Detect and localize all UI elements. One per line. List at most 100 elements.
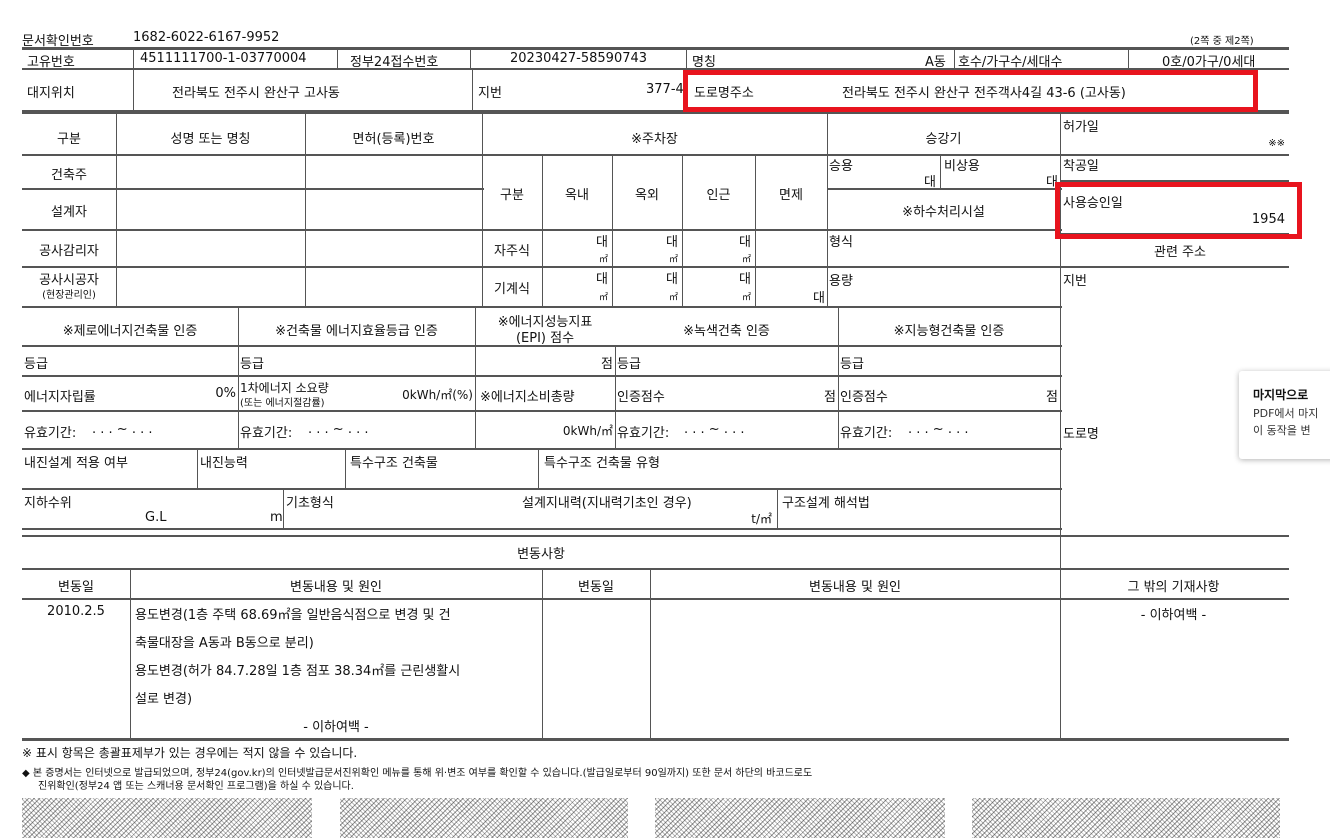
energy-total-label: ※에너지소비총량 (480, 390, 575, 405)
road-address-highlight (683, 70, 1258, 112)
row-divider (22, 375, 1062, 377)
row-divider (827, 229, 1062, 231)
row-divider (22, 488, 1062, 490)
col-divider (197, 448, 198, 488)
site-location-value: 전라북도 전주시 완산구 고사동 (172, 86, 340, 101)
unit-m2: ㎡ (741, 293, 751, 303)
unit-count-label: 호수/가구수/세대수 (958, 55, 1063, 70)
self-parking-label: 자주식 (494, 244, 530, 259)
elevator-title: 승강기 (925, 132, 962, 147)
validity-dots: . . . ~ . . . (684, 422, 745, 437)
epi-score-unit: 점 (601, 357, 613, 372)
energy-efficiency-header: ※건축물 에너지효율등급 인증 (275, 324, 438, 339)
groundwater-gl: G.L (145, 510, 167, 525)
cert-score-unit: 점 (1046, 390, 1058, 405)
row-divider (22, 154, 484, 156)
unit-count-value: 0호/0가구/0세대 (1162, 55, 1256, 70)
col-divider (777, 488, 778, 528)
unit-m2: ㎡ (668, 293, 678, 303)
unit-dae: 대 (596, 235, 608, 250)
col-divider (133, 47, 134, 110)
note-omitted-items: ※ 표시 항목은 총괄표제부가 있는 경우에는 적지 않을 수 있습니다. (22, 746, 358, 760)
grade-label: 등급 (24, 357, 48, 372)
people-name-header: 성명 또는 명칭 (170, 132, 251, 147)
row-divider (22, 448, 1062, 450)
row-divider (22, 535, 1289, 537)
barcode (22, 798, 312, 838)
site-location-label: 대지위치 (27, 86, 75, 101)
unit-dae: 대 (813, 291, 825, 306)
barcode (340, 798, 628, 838)
grade-label: 등급 (840, 357, 864, 372)
name-value: A동 (925, 55, 946, 70)
sewage-capacity-label: 용량 (829, 274, 853, 289)
approval-date-highlight (1055, 182, 1302, 239)
designer-label: 설계자 (51, 205, 87, 220)
col-divider (954, 47, 955, 68)
groundwater-label: 지하수위 (24, 496, 72, 511)
doc-number: 1682-6022-6167-9952 (133, 30, 280, 45)
validity-label: 유효기간: (840, 426, 893, 441)
row-divider (1060, 266, 1289, 268)
grade-label: 등급 (240, 357, 264, 372)
row-divider (827, 154, 1289, 156)
seismic-applied-label: 내진설계 적용 여부 (24, 456, 128, 471)
lot-number-value: 377-4 (646, 82, 684, 97)
bearing-capacity-unit: t/㎡ (751, 512, 772, 526)
parking-exempt-header: 면제 (779, 188, 803, 203)
people-license-header: 면허(등록)번호 (352, 132, 435, 147)
col-divider (1060, 112, 1061, 568)
change-entry-date: 2010.2.5 (47, 604, 105, 619)
zero-energy-cert-header: ※제로에너지건축물 인증 (62, 324, 198, 339)
validity-label: 유효기간: (240, 426, 293, 441)
changes-blank-end: - 이하여백 - (303, 720, 369, 735)
unit-dae: 대 (666, 272, 678, 287)
people-category-header: 구분 (57, 132, 81, 147)
unit-dae: 대 (739, 272, 751, 287)
unit-dae: 대 (1046, 175, 1058, 190)
section-divider (22, 112, 1289, 114)
name-label: 명칭 (692, 55, 716, 70)
row-divider (22, 410, 1062, 412)
groundwater-unit: m (270, 510, 283, 525)
lot-number-label: 지번 (478, 86, 502, 101)
change-content-header: 변동내용 및 원인 (290, 580, 382, 595)
sewage-type-label: 형식 (829, 235, 853, 250)
tooltip-title: 마지막으로 (1253, 388, 1309, 402)
related-road-label: 도로명 (1063, 427, 1099, 442)
other-notes-header: 그 밖의 기재사항 (1127, 580, 1220, 595)
permit-date-value: ※※ (1268, 138, 1285, 149)
row-divider (22, 188, 484, 190)
row-divider (22, 528, 1062, 530)
unit-m2: ㎡ (598, 255, 608, 265)
col-divider (472, 68, 473, 110)
validity-label: 유효기간: (24, 426, 77, 441)
validity-dots: . . . ~ . . . (92, 422, 153, 437)
sewage-title: ※하수처리시설 (902, 205, 985, 220)
change-line: 용도변경(1층 주택 68.69㎡을 일반음식점으로 변경 및 건 (135, 608, 451, 623)
special-structure-label: 특수구조 건축물 (350, 456, 438, 471)
green-cert-header: ※녹색건축 인증 (683, 324, 770, 339)
foundation-type-label: 기초형식 (286, 496, 334, 511)
grade-label: 등급 (617, 357, 641, 372)
change-content-header: 변동내용 및 원인 (809, 580, 901, 595)
change-date-header: 변동일 (58, 580, 94, 595)
barcode (655, 798, 945, 838)
row-divider (22, 568, 1289, 570)
gov24-number-label: 정부24접수번호 (350, 55, 439, 70)
unit-m2: ㎡ (598, 293, 608, 303)
parking-indoor-header: 옥내 (565, 188, 589, 203)
unit-dae: 대 (924, 175, 936, 190)
unique-number-value: 4511111700-1-03770004 (140, 51, 307, 66)
seismic-capacity-label: 내진능력 (200, 456, 248, 471)
page-info: (2쪽 중 제2쪽) (1190, 36, 1254, 47)
tooltip-popup[interactable]: 마지막으로 PDF에서 마지 이 동작을 변 (1239, 371, 1330, 459)
validity-dots: . . . ~ . . . (308, 422, 369, 437)
mech-parking-label: 기계식 (494, 282, 530, 297)
owner-label: 건축주 (51, 168, 87, 183)
gov24-number-value: 20230427-58590743 (510, 51, 648, 66)
changes-title: 변동사항 (517, 547, 565, 562)
unit-m2: ㎡ (668, 255, 678, 265)
table-bottom-border (22, 738, 1289, 741)
change-line: 축물대장을 A동과 B동으로 분리) (135, 636, 314, 651)
